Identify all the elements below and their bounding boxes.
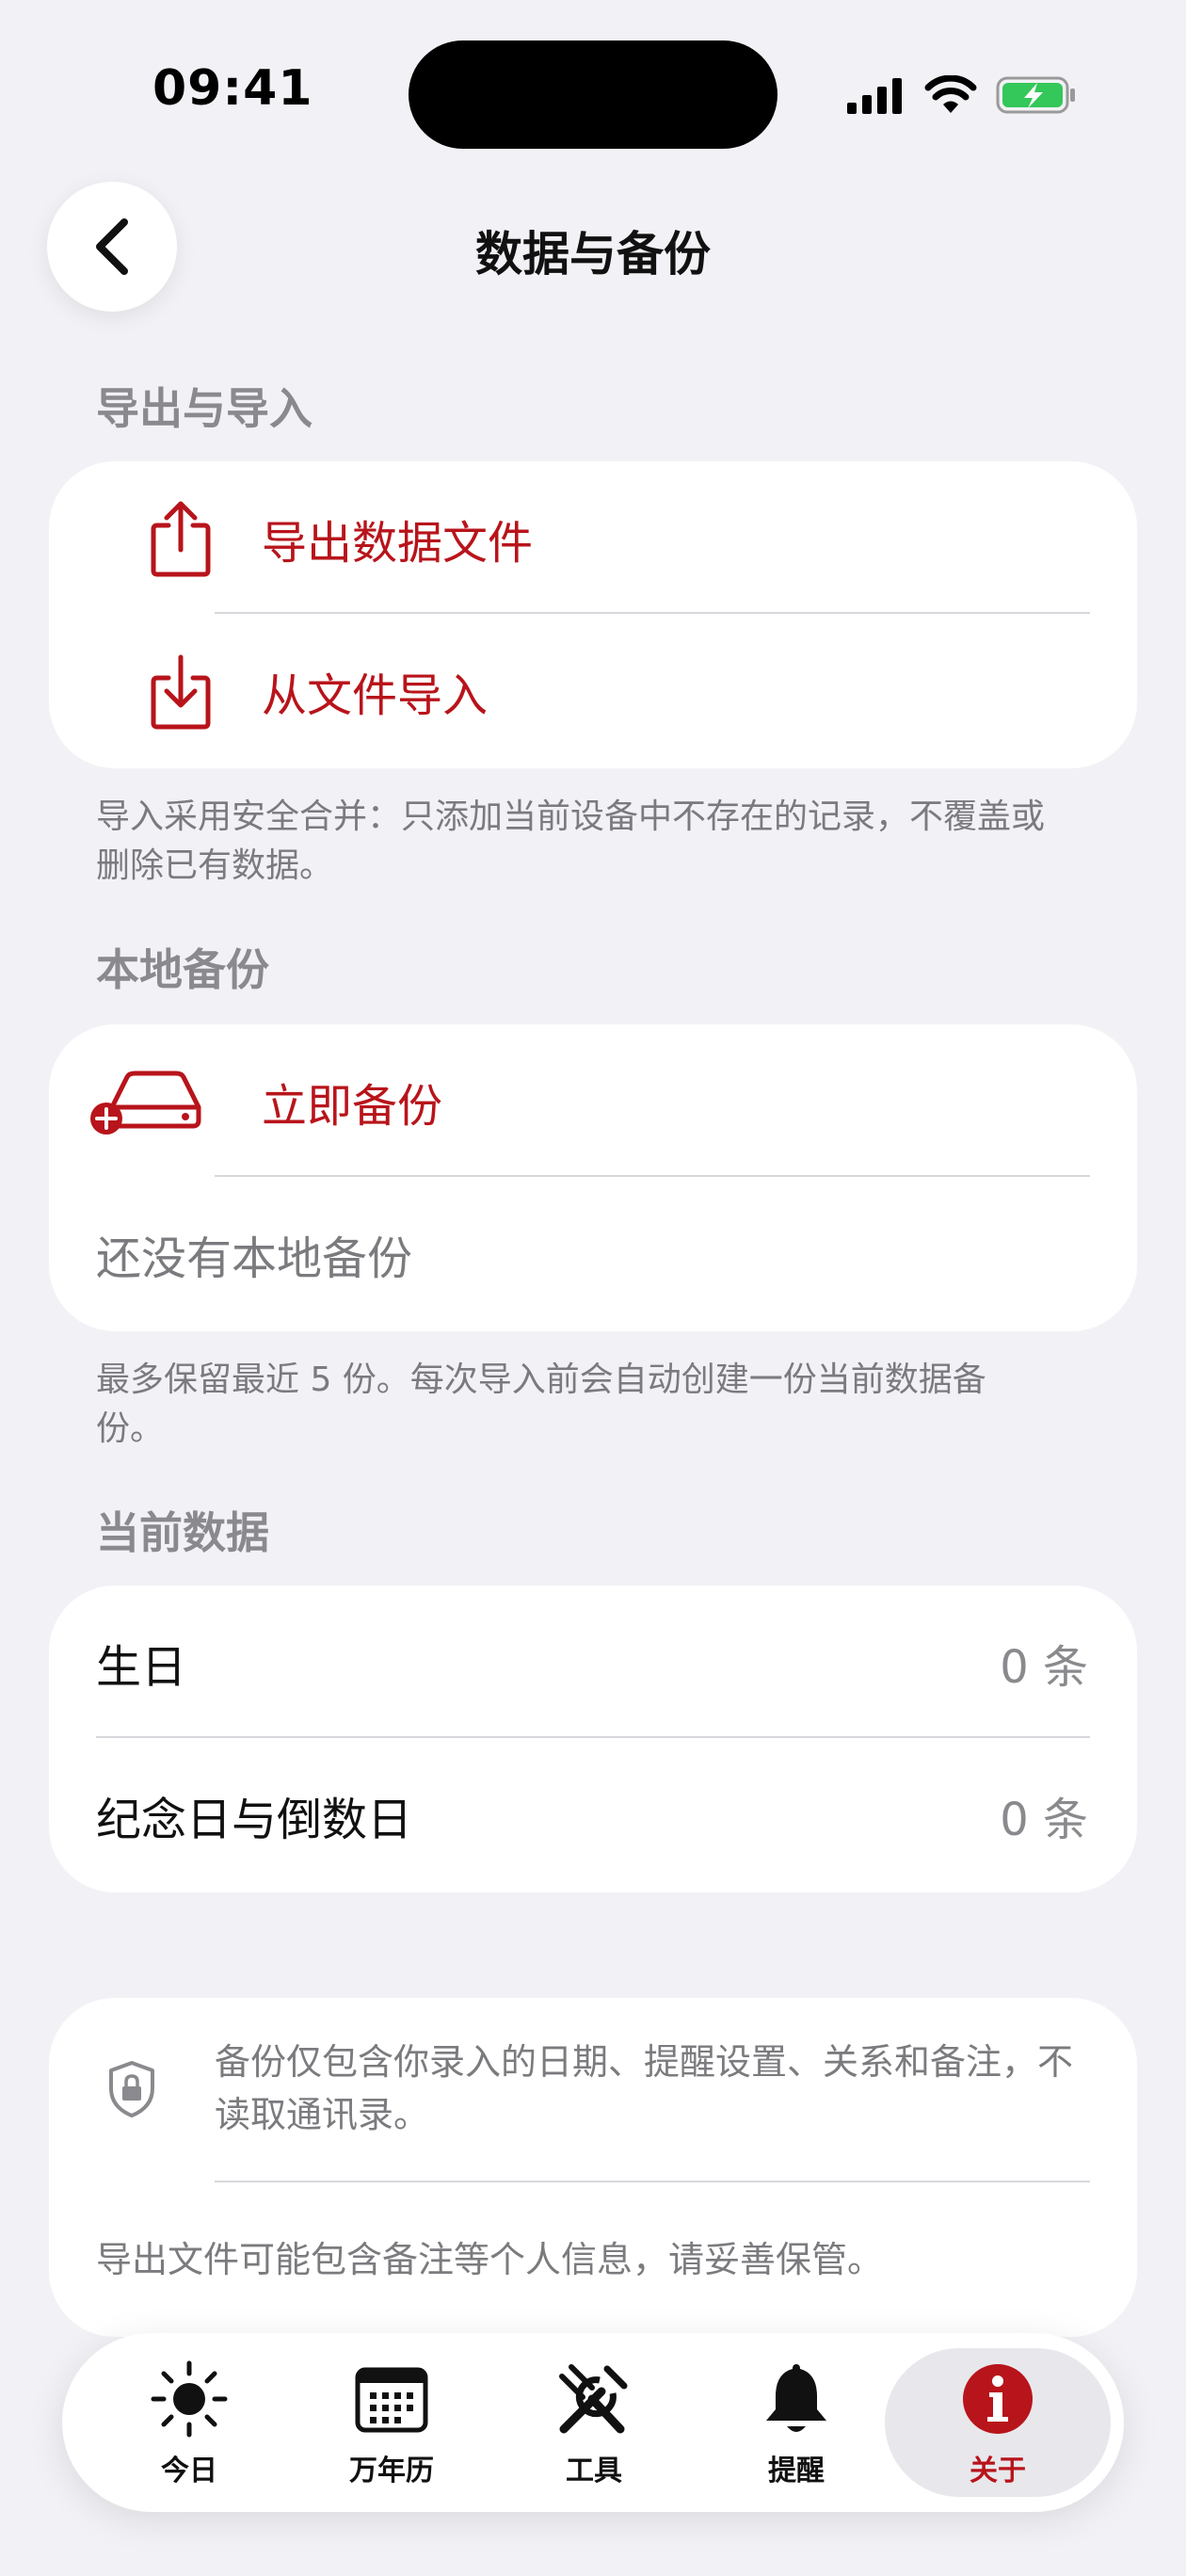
sun-icon [147, 2357, 232, 2441]
tools-icon [552, 2357, 636, 2441]
section-header-export: 导出与导入 [96, 383, 313, 434]
tab-tools[interactable]: 工具 [495, 2333, 693, 2512]
share-icon [143, 496, 218, 581]
privacy-footer: 导出文件可能包含备注等个人信息，请妥善保管。 [96, 2239, 884, 2280]
import-file-row[interactable]: 从文件导入 [49, 614, 1137, 768]
export-card: 导出数据文件 从文件导入 [49, 461, 1137, 768]
row-value: 0 条 [1000, 1794, 1088, 1846]
status-time: 09:41 [152, 60, 313, 117]
tab-about[interactable]: 关于 [885, 2348, 1111, 2497]
no-backup-row: 还没有本地备份 [49, 1177, 1137, 1331]
tab-bar: 今日 万年历 工具 提醒 关于 [62, 2333, 1124, 2512]
calendar-icon [349, 2357, 434, 2441]
battery-icon [996, 76, 1075, 114]
dynamic-island [409, 40, 777, 149]
no-backup-label: 还没有本地备份 [96, 1232, 413, 1285]
export-data-row[interactable]: 导出数据文件 [49, 461, 1137, 616]
bell-icon [754, 2357, 839, 2441]
anniversary-count-row: 纪念日与倒数日 0 条 [49, 1738, 1137, 1892]
backup-card: 立即备份 还没有本地备份 [49, 1024, 1137, 1331]
tab-label: 关于 [970, 2455, 1026, 2487]
signal-icon [847, 78, 902, 114]
section-header-backup: 本地备份 [96, 944, 269, 995]
tab-calendar[interactable]: 万年历 [293, 2333, 490, 2512]
wifi-icon [924, 75, 977, 113]
privacy-text: 备份仅包含你录入的日期、提醒设置、关系和备注，不读取通讯录。 [215, 2041, 1074, 2135]
export-data-label: 导出数据文件 [262, 517, 534, 570]
info-icon [955, 2357, 1040, 2441]
section-header-current: 当前数据 [96, 1507, 269, 1558]
export-note: 导入采用安全合并：只添加当前设备中不存在的记录，不覆盖或删除已有数据。 [96, 797, 1046, 885]
row-label: 纪念日与倒数日 [96, 1794, 413, 1846]
privacy-card: 备份仅包含你录入的日期、提醒设置、关系和备注，不读取通讯录。 导出文件可能包含备… [49, 1998, 1137, 2337]
current-data-card: 生日 0 条 纪念日与倒数日 0 条 [49, 1586, 1137, 1892]
tab-label: 工具 [566, 2455, 622, 2487]
tab-today[interactable]: 今日 [90, 2333, 288, 2512]
tab-reminders[interactable]: 提醒 [697, 2333, 895, 2512]
birthday-count-row: 生日 0 条 [49, 1586, 1137, 1740]
divider [215, 2181, 1090, 2182]
lock-shield-icon [107, 2060, 156, 2118]
tab-label: 提醒 [768, 2455, 825, 2487]
tab-label: 今日 [161, 2455, 217, 2487]
status-icons [847, 72, 1077, 119]
backup-note: 最多保留最近 5 份。每次导入前会自动创建一份当前数据备份。 [96, 1360, 986, 1448]
import-file-label: 从文件导入 [262, 669, 489, 722]
backup-drive-icon [81, 1059, 222, 1144]
page-title: 数据与备份 [475, 227, 711, 282]
backup-now-row[interactable]: 立即备份 [49, 1024, 1137, 1179]
backup-now-label: 立即备份 [262, 1080, 443, 1133]
download-icon [143, 649, 218, 733]
tab-label: 万年历 [349, 2455, 434, 2487]
row-label: 生日 [96, 1641, 187, 1694]
row-value: 0 条 [1000, 1641, 1088, 1694]
